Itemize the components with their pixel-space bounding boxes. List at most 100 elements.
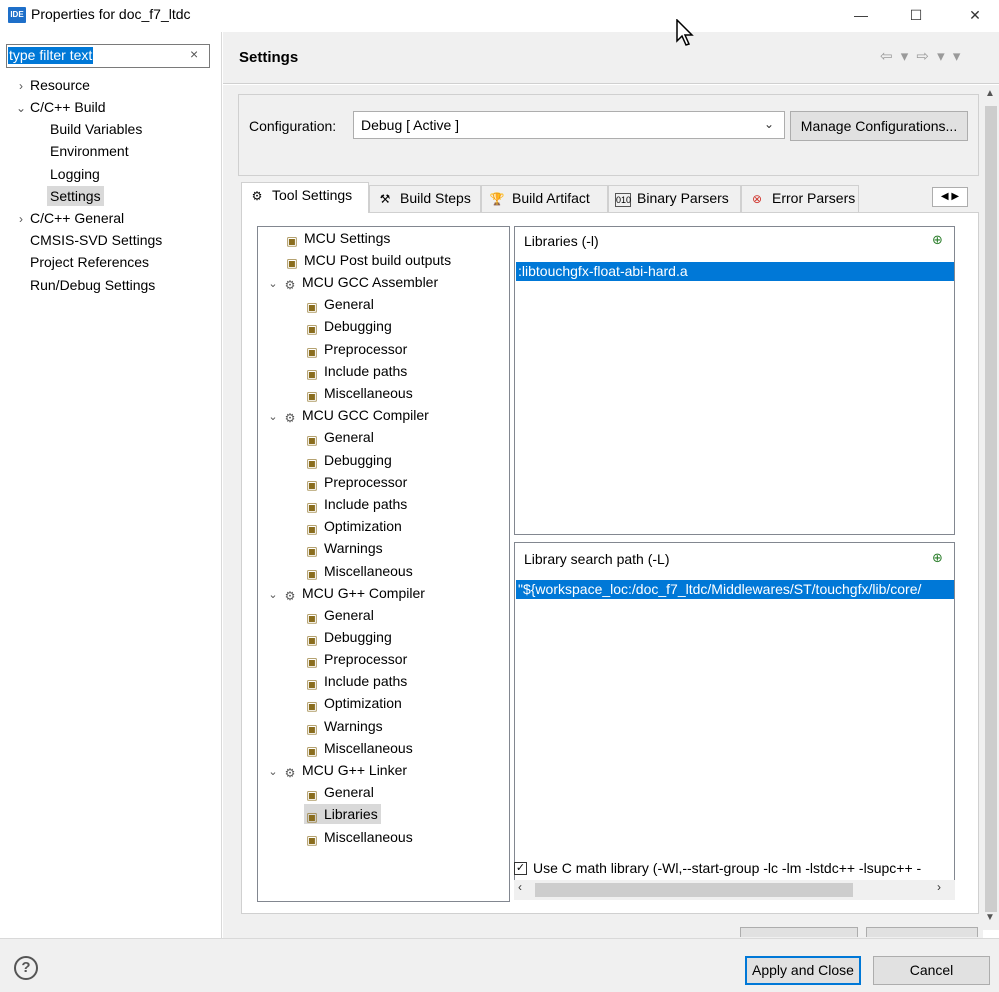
tree-item-asm-miscellaneous[interactable]: ▣ Miscellaneous [304, 383, 412, 403]
tree-item-linker-miscellaneous[interactable]: ▣ Miscellaneous [304, 827, 413, 847]
chevron-down-icon[interactable]: ⌄ [266, 407, 280, 427]
tree-item-gcc-include-paths[interactable]: ▣ Include paths [304, 494, 407, 514]
tree-item-gpp-miscellaneous[interactable]: ▣ Miscellaneous [304, 738, 413, 758]
tree-item-gpp-linker[interactable]: ⌄ ⚙ MCU G++ Linker [266, 760, 407, 782]
tree-item-gpp-warnings[interactable]: ▣ Warnings [304, 716, 382, 736]
tab-scroll-arrows[interactable]: ◀ ▶ [932, 187, 968, 207]
tab-build-artifact[interactable]: 🏆 Build Artifact [481, 185, 608, 212]
tree-item-label: Include paths [324, 673, 408, 689]
error-icon: ⊗ [751, 192, 763, 206]
tree-item-gcc-assembler[interactable]: ⌄ ⚙ MCU GCC Assembler [266, 272, 438, 294]
tree-item-gpp-debugging[interactable]: ▣ Debugging [304, 627, 391, 647]
nav-item-resource[interactable]: › Resource [12, 75, 90, 96]
tree-item-gpp-general[interactable]: ▣ General [304, 605, 373, 625]
tab-error-parsers[interactable]: ⊗ Error Parsers [741, 185, 859, 212]
nav-item-cpp-build[interactable]: ⌄ C/C++ Build [12, 97, 106, 118]
history-nav-arrows-icon[interactable]: ⇦ ▾ ⇨ ▾ ▾ [880, 47, 962, 65]
scroll-down-icon[interactable]: ▼ [985, 912, 995, 923]
nav-item-settings[interactable]: Settings [47, 186, 104, 206]
minimize-button[interactable]: — [838, 0, 884, 32]
property-pages-pane [0, 32, 222, 938]
close-button[interactable]: ✕ [952, 0, 998, 32]
tree-item-asm-preprocessor[interactable]: ▣ Preprocessor [304, 339, 407, 359]
tab-build-steps[interactable]: ⚒ Build Steps [369, 185, 481, 212]
add-library-icon[interactable]: ⊕ [932, 232, 943, 248]
chevron-down-icon[interactable]: ⌄ [266, 274, 280, 294]
chevron-right-icon[interactable]: › [12, 76, 30, 96]
tree-item-gcc-miscellaneous[interactable]: ▣ Miscellaneous [304, 561, 412, 581]
tree-item-mcu-settings[interactable]: ▣ MCU Settings [284, 228, 390, 248]
tree-item-mcu-post-build[interactable]: ▣ MCU Post build outputs [284, 250, 451, 270]
chevron-down-icon[interactable]: ⌄ [266, 585, 280, 605]
scroll-right-icon[interactable]: › [937, 880, 941, 894]
nav-item-cmsis-svd[interactable]: CMSIS-SVD Settings [30, 230, 162, 250]
nav-item-project-references[interactable]: Project References [30, 252, 149, 272]
nav-item-environment[interactable]: Environment [50, 141, 129, 161]
tab-tool-settings[interactable]: ⚙ Tool Settings [241, 182, 369, 213]
trophy-icon: 🏆 [489, 192, 505, 206]
tree-item-label: Miscellaneous [324, 829, 413, 845]
nav-item-build-variables[interactable]: Build Variables [50, 119, 142, 139]
settings-folder-icon: ▣ [306, 611, 318, 625]
help-icon[interactable]: ? [14, 956, 38, 980]
tree-item-gcc-compiler[interactable]: ⌄ ⚙ MCU GCC Compiler [266, 405, 429, 427]
tree-item-label: MCU G++ Compiler [302, 585, 425, 601]
settings-folder-icon: ▣ [306, 833, 318, 847]
tree-item-gpp-include-paths[interactable]: ▣ Include paths [304, 671, 407, 691]
clipped-button[interactable] [866, 927, 978, 937]
tree-item-label: MCU GCC Compiler [302, 407, 429, 423]
tree-item-gpp-preprocessor[interactable]: ▣ Preprocessor [304, 649, 407, 669]
filter-input-text[interactable]: type filter text [8, 47, 94, 64]
cancel-button[interactable]: Cancel [873, 956, 990, 985]
tree-item-gcc-warnings[interactable]: ▣ Warnings [304, 538, 382, 558]
scroll-up-icon[interactable]: ▲ [985, 88, 995, 99]
clipped-button[interactable] [740, 927, 858, 937]
tree-item-gpp-compiler[interactable]: ⌄ ⚙ MCU G++ Compiler [266, 583, 425, 605]
configuration-value[interactable]: Debug [ Active ] [361, 117, 459, 133]
tree-item-gcc-debugging[interactable]: ▣ Debugging [304, 450, 392, 470]
tree-item-linker-libraries[interactable]: ▣ Libraries [304, 804, 381, 824]
hammer-icon: ⚒ [379, 192, 391, 206]
nav-item-cpp-general[interactable]: › C/C++ General [12, 208, 124, 229]
settings-folder-icon: ▣ [306, 367, 318, 381]
maximize-button[interactable]: ☐ [893, 0, 939, 32]
tree-item-gcc-optimization[interactable]: ▣ Optimization [304, 516, 402, 536]
manage-configurations-button[interactable]: Manage Configurations... [790, 111, 968, 141]
configuration-label: Configuration: [249, 118, 337, 134]
nav-item-logging[interactable]: Logging [50, 164, 100, 184]
nav-item-run-debug[interactable]: Run/Debug Settings [30, 275, 155, 295]
tree-item-asm-debugging[interactable]: ▣ Debugging [304, 316, 391, 336]
tree-item-gcc-general[interactable]: ▣ General [304, 427, 373, 447]
tree-item-label: Debugging [324, 452, 392, 468]
horizontal-scrollbar-thumb[interactable] [535, 883, 853, 897]
tree-item-label: MCU GCC Assembler [302, 274, 439, 290]
chevron-right-icon[interactable]: › [12, 209, 30, 229]
settings-folder-icon: ▣ [306, 810, 318, 824]
chevron-down-icon[interactable]: ⌄ [12, 98, 30, 118]
tree-item-label: Optimization [324, 518, 402, 534]
tree-item-label: Miscellaneous [324, 740, 413, 756]
math-library-checkbox[interactable]: ✓ [514, 862, 527, 875]
settings-folder-icon: ▣ [306, 677, 318, 691]
chevron-down-icon[interactable]: ⌄ [764, 117, 774, 131]
clear-filter-icon[interactable]: × [190, 46, 198, 62]
ide-app-icon: IDE [8, 7, 26, 23]
settings-folder-icon: ▣ [306, 389, 318, 403]
search-path-list-item[interactable]: "${workspace_loc:/doc_f7_ltdc/Middleware… [516, 580, 954, 599]
tree-item-gpp-optimization[interactable]: ▣ Optimization [304, 693, 401, 713]
settings-folder-icon: ▣ [306, 722, 318, 736]
tree-item-asm-include-paths[interactable]: ▣ Include paths [304, 361, 407, 381]
chevron-down-icon[interactable]: ⌄ [266, 762, 280, 782]
gear-icon: ⚙ [284, 411, 296, 425]
tree-item-gcc-preprocessor[interactable]: ▣ Preprocessor [304, 472, 407, 492]
vertical-scrollbar-thumb[interactable] [985, 106, 997, 912]
tree-item-asm-general[interactable]: ▣ General [304, 294, 373, 314]
apply-and-close-button[interactable]: Apply and Close [745, 956, 861, 985]
add-search-path-icon[interactable]: ⊕ [932, 550, 943, 566]
tree-item-linker-general[interactable]: ▣ General [304, 782, 373, 802]
scroll-left-icon[interactable]: ‹ [518, 880, 522, 894]
tab-binary-parsers[interactable]: 010 Binary Parsers [608, 185, 741, 212]
tree-item-label: MCU Settings [304, 230, 391, 246]
library-list-item[interactable]: :libtouchgfx-float-abi-hard.a [516, 262, 954, 281]
math-library-label[interactable]: Use C math library (-Wl,--start-group -l… [533, 860, 953, 876]
